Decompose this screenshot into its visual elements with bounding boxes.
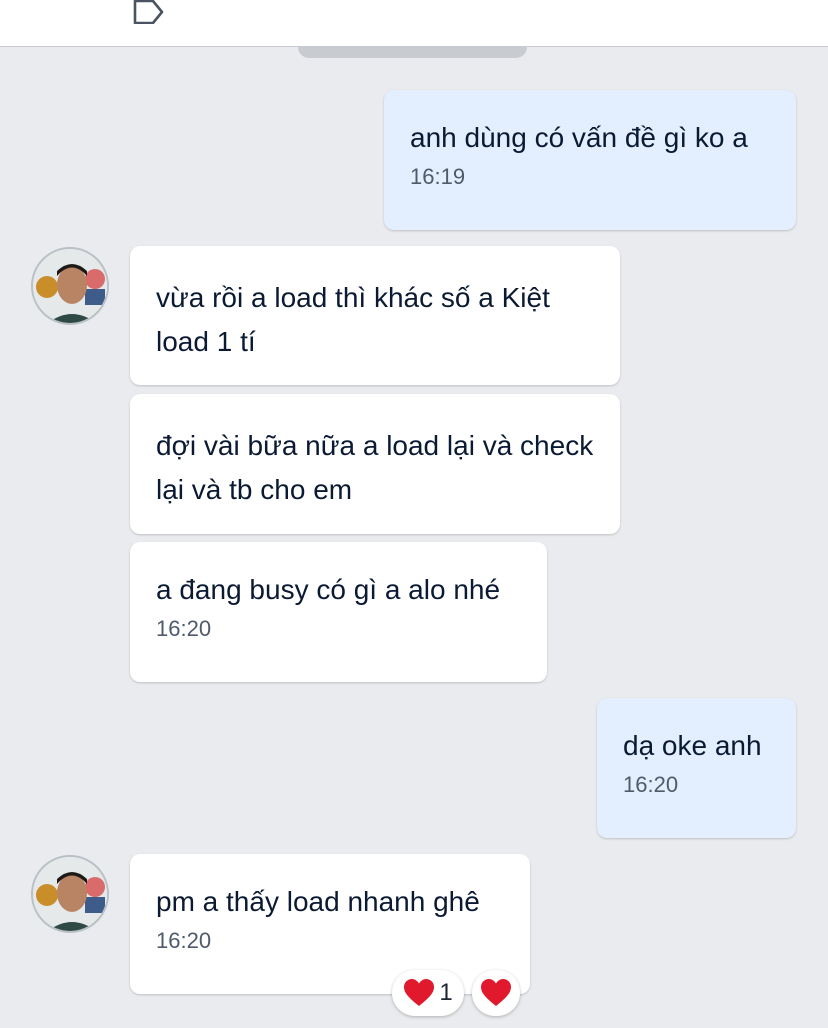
message-time: 16:20 [623, 772, 679, 797]
heart-icon [481, 979, 511, 1006]
outgoing-message[interactable]: anh dùng có vấn đề gì ko a 16:19 [384, 90, 796, 230]
avatar[interactable] [31, 855, 109, 933]
incoming-message[interactable]: pm a thấy load nhanh ghê 16:20 [130, 854, 530, 994]
outgoing-message[interactable]: dạ oke anh 16:20 [597, 698, 796, 838]
top-toolbar [0, 0, 828, 47]
message-text: vừa rồi a load thì khác số a Kiệt load 1… [156, 282, 550, 357]
reaction-summary[interactable]: 1 [392, 970, 464, 1016]
message-text: a đang busy có gì a alo nhé [156, 574, 501, 605]
add-reaction-button[interactable] [472, 970, 520, 1016]
reaction-count: 1 [439, 979, 453, 1006]
incoming-message[interactable]: a đang busy có gì a alo nhé 16:20 [130, 542, 547, 682]
incoming-message[interactable]: vừa rồi a load thì khác số a Kiệt load 1… [130, 246, 620, 385]
message-time: 16:20 [156, 928, 212, 953]
scroll-indicator [298, 47, 527, 58]
heart-icon [404, 979, 435, 1006]
message-time: 16:20 [156, 616, 212, 641]
message-time: 16:19 [410, 164, 466, 189]
avatar[interactable] [31, 247, 109, 325]
message-text: anh dùng có vấn đề gì ko a [410, 122, 748, 153]
message-text: đợi vài bữa nữa a load lại và check lại … [156, 430, 594, 505]
message-text: pm a thấy load nhanh ghê [156, 886, 480, 917]
incoming-message[interactable]: đợi vài bữa nữa a load lại và check lại … [130, 394, 620, 534]
tag-icon[interactable] [131, 0, 165, 24]
message-text: dạ oke anh [623, 730, 762, 761]
